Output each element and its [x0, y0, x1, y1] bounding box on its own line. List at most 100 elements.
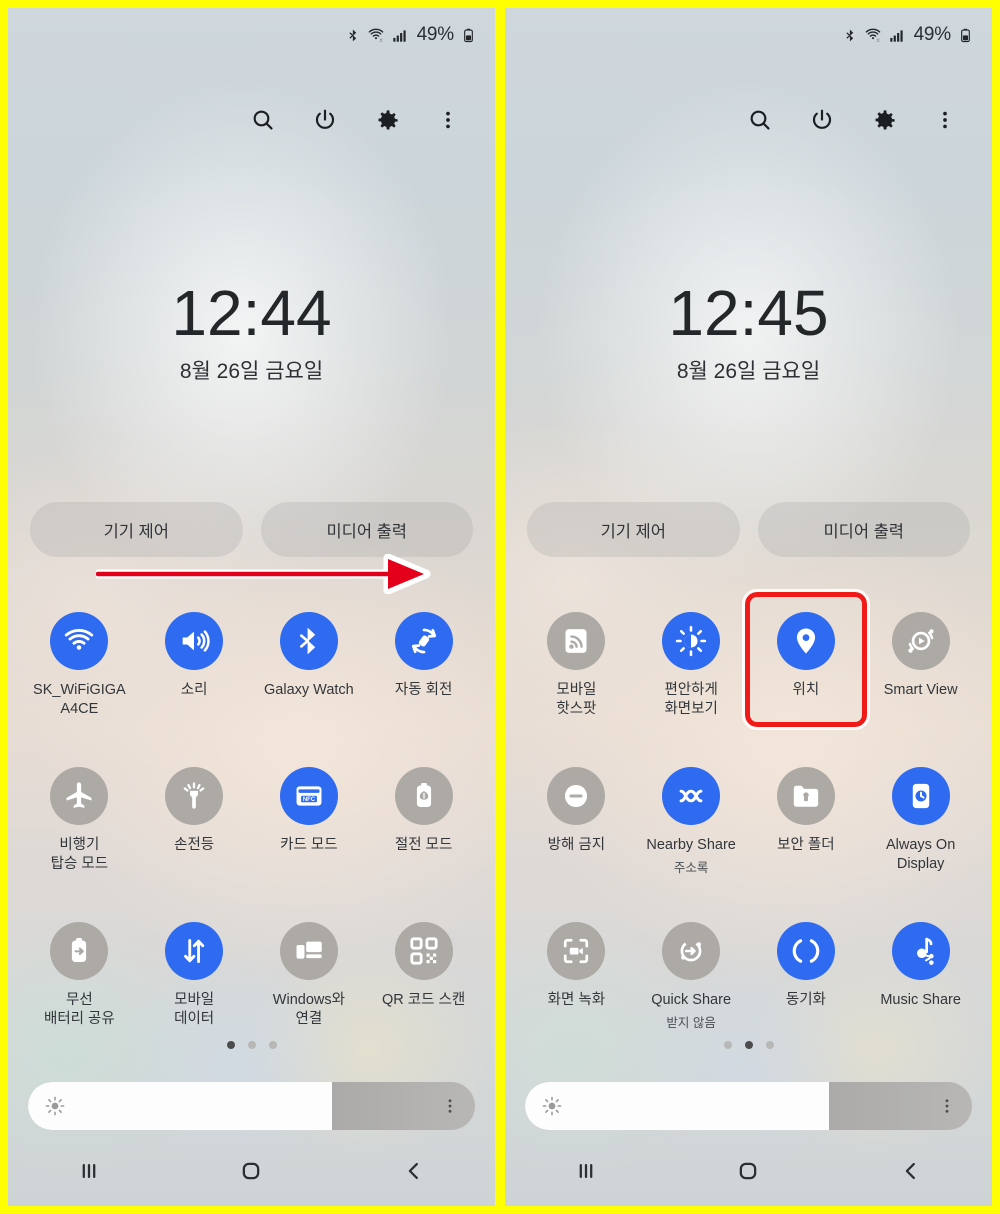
- bluetooth-icon: [843, 28, 858, 43]
- tile-mobile-data[interactable]: 모바일 데이터: [137, 914, 252, 1059]
- data-arrows-icon: [165, 922, 224, 980]
- tile-card-mode[interactable]: NFC 카드 모드: [252, 759, 367, 904]
- tile-flashlight-label: 손전등: [174, 837, 215, 853]
- tile-nearby-share[interactable]: Nearby Share 주소록: [634, 759, 749, 904]
- tile-always-on-display[interactable]: Always On Display: [863, 759, 978, 904]
- smart-view-icon: [891, 612, 950, 670]
- tile-flashlight[interactable]: 손전등: [137, 759, 252, 904]
- nav-recents-button[interactable]: [49, 1147, 129, 1195]
- tile-sound[interactable]: 소리: [137, 604, 252, 749]
- power-icon[interactable]: [312, 107, 338, 133]
- search-icon[interactable]: [250, 107, 276, 133]
- more-vertical-icon[interactable]: [437, 109, 459, 131]
- media-output-button-label: 미디어 출력: [823, 522, 904, 541]
- tile-mobile-data-label: 모바일 데이터: [174, 992, 215, 1027]
- page-dot: [723, 1041, 732, 1049]
- tile-quick-share-sublabel: 받지 않음: [666, 1015, 716, 1030]
- tile-sound-label: 소리: [180, 682, 208, 698]
- quick-panel-header: [8, 94, 495, 146]
- tile-always-on-display-label: Always On Display: [885, 837, 956, 872]
- aod-clock-icon: [891, 767, 950, 825]
- tile-mobile-hotspot[interactable]: 모바일 핫스팟: [519, 604, 634, 749]
- brightness-more-icon[interactable]: [441, 1097, 459, 1115]
- link-windows-icon: [279, 922, 338, 980]
- eye-comfort-icon: [662, 612, 721, 670]
- tile-eye-comfort-shield[interactable]: 편안하게 화면보기: [634, 604, 749, 749]
- bluetooth-icon: [279, 612, 338, 670]
- brightness-slider[interactable]: [525, 1082, 972, 1130]
- signal-bars-icon: [391, 27, 408, 44]
- music-share-icon: [891, 922, 950, 980]
- nfc-card-icon: NFC: [279, 767, 338, 825]
- tile-bluetooth-label: Galaxy Watch: [264, 682, 354, 698]
- nearby-share-icon: [662, 767, 721, 825]
- tile-smart-view[interactable]: Smart View: [863, 604, 978, 749]
- battery-icon: [460, 27, 477, 44]
- tile-quick-share[interactable]: Quick Share 받지 않음: [634, 914, 749, 1059]
- media-output-button[interactable]: 미디어 출력: [260, 502, 473, 557]
- tile-screen-recorder-label: 화면 녹화: [547, 992, 606, 1008]
- nav-back-button[interactable]: [374, 1147, 454, 1195]
- nav-home-button[interactable]: [211, 1147, 291, 1195]
- tile-wifi[interactable]: SK_WiFiGIGA A4CE: [22, 604, 137, 749]
- nav-recents-button[interactable]: [546, 1147, 626, 1195]
- status-bar: 49%: [8, 8, 495, 62]
- tile-eye-comfort-shield-label: 편안하게 화면보기: [664, 682, 718, 717]
- tile-airplane-mode-label: 비행기 탑승 모드: [50, 837, 109, 872]
- nav-home-button[interactable]: [708, 1147, 788, 1195]
- tile-location[interactable]: 위치: [749, 604, 864, 749]
- device-control-button[interactable]: 기기 제어: [30, 502, 243, 557]
- airplane-icon: [50, 767, 109, 825]
- tile-power-saving-label: 절전 모드: [394, 837, 453, 853]
- brightness-slider[interactable]: [28, 1082, 475, 1130]
- tile-wireless-power-share[interactable]: 무선 배터리 공유: [22, 914, 137, 1059]
- tile-auto-rotate[interactable]: 자동 회전: [366, 604, 481, 749]
- more-vertical-icon[interactable]: [934, 109, 956, 131]
- device-control-button-label: 기기 제어: [600, 522, 666, 541]
- tile-do-not-disturb-label: 방해 금지: [547, 837, 606, 853]
- page-indicator[interactable]: [8, 1041, 495, 1049]
- tile-link-to-windows[interactable]: Windows와 연결: [252, 914, 367, 1059]
- panel-right: 49% 12:45 8월 26일 금요일 기기 제어 미디어 출력 모바일 핫스팟 편안하게…: [505, 8, 992, 1206]
- clock-date: 8월 26일 금요일: [179, 360, 324, 384]
- nav-back-button[interactable]: [871, 1147, 951, 1195]
- tile-card-mode-label: 카드 모드: [280, 837, 338, 853]
- tile-wireless-power-share-label: 무선 배터리 공유: [44, 992, 115, 1027]
- tile-smart-view-label: Smart View: [883, 682, 958, 698]
- gear-icon[interactable]: [871, 107, 898, 134]
- tile-airplane-mode[interactable]: 비행기 탑승 모드: [22, 759, 137, 904]
- wifi-icon: [864, 26, 882, 44]
- brightness-sun-icon: [44, 1095, 66, 1117]
- tile-sync[interactable]: 동기화: [749, 914, 864, 1059]
- tile-power-saving[interactable]: 절전 모드: [366, 759, 481, 904]
- brightness-sun-icon: [541, 1095, 563, 1117]
- tile-secure-folder[interactable]: 보안 폴더: [749, 759, 864, 904]
- tile-screen-recorder[interactable]: 화면 녹화: [519, 914, 634, 1059]
- brightness-slider-fill: [525, 1082, 829, 1130]
- lock-clock: 12:44 8월 26일 금요일: [8, 279, 495, 385]
- device-control-button[interactable]: 기기 제어: [527, 502, 740, 557]
- gear-icon[interactable]: [374, 107, 401, 134]
- clock-date: 8월 26일 금요일: [676, 360, 821, 384]
- quick-settings-grid: 모바일 핫스팟 편안하게 화면보기 위치 Smart View 방해 금지 Nearby …: [519, 604, 978, 1059]
- battery-percent-label: 49%: [416, 24, 455, 45]
- auto-rotate-icon: [394, 612, 453, 670]
- tile-wifi-label: SK_WiFiGIGA A4CE: [33, 682, 126, 717]
- media-output-button[interactable]: 미디어 출력: [757, 502, 970, 557]
- page-dot: [247, 1041, 256, 1049]
- screenshot-pair: 49% 12:44 8월 26일 금요일기기 제어 미디어 출력 SK_WiFiGIGA…: [8, 8, 992, 1206]
- search-icon[interactable]: [747, 107, 773, 133]
- brightness-more-icon[interactable]: [938, 1097, 956, 1115]
- power-icon[interactable]: [809, 107, 835, 133]
- page-indicator[interactable]: [505, 1041, 992, 1049]
- tile-do-not-disturb[interactable]: 방해 금지: [519, 759, 634, 904]
- tile-bluetooth[interactable]: Galaxy Watch: [252, 604, 367, 749]
- tile-sync-label: 동기화: [785, 992, 826, 1008]
- hotspot-icon: [547, 612, 606, 670]
- tile-link-to-windows-label: Windows와 연결: [272, 992, 345, 1027]
- tile-mobile-hotspot-label: 모바일 핫스팟: [556, 682, 597, 717]
- clock-time: 12:45: [668, 277, 829, 349]
- tile-music-share[interactable]: Music Share: [863, 914, 978, 1059]
- tile-qr-scan[interactable]: QR 코드 스캔: [366, 914, 481, 1059]
- flashlight-icon: [165, 767, 224, 825]
